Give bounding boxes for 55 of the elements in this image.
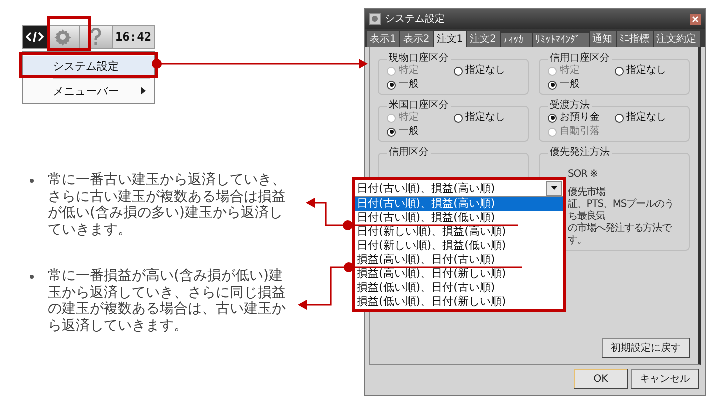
group-title: 信用口座区分 (549, 53, 611, 64)
radio-option[interactable]: 指定なし (454, 65, 520, 77)
radio-circle[interactable] (387, 80, 396, 90)
code-icon (26, 31, 44, 43)
settings-button[interactable] (47, 26, 80, 48)
tab[interactable]: ﾘﾐｯﾄﾏｲﾝﾀﾞｰ (532, 33, 588, 47)
clock-time: 16:42 (113, 26, 154, 48)
tab[interactable]: 通知 (590, 31, 616, 47)
radio-option[interactable]: 一般 (387, 126, 454, 138)
dropdown-option[interactable]: 日付(古い順)、損益(高い順) (355, 197, 563, 211)
dialog-button[interactable]: キャンセル (631, 369, 699, 389)
group-title: 現物口座区分 (388, 53, 450, 64)
radio-circle[interactable] (614, 66, 624, 76)
radio-option[interactable]: 指定なし (454, 112, 520, 124)
bullet-icon (30, 179, 34, 183)
group-title: 受渡方法 (549, 100, 591, 112)
tab[interactable]: ﾃｨｯｶｰ (500, 33, 532, 47)
reset-button[interactable]: 初期設定に戻す (602, 338, 690, 358)
menu-item[interactable]: メニューバー (23, 81, 154, 101)
menu-item[interactable]: システム設定 (23, 56, 154, 76)
radio-option[interactable]: お預り金 (548, 112, 614, 124)
radio-option[interactable]: 指定なし (614, 65, 681, 77)
radio-circle[interactable] (548, 80, 557, 90)
radio-circle[interactable] (614, 114, 624, 122)
tab[interactable]: 注文2 (467, 31, 500, 47)
caret-icon (550, 186, 558, 190)
description-text: 証、PTS、MSプールのうち最良気 (568, 199, 675, 222)
help-icon (90, 28, 102, 46)
bullet-icon (30, 275, 34, 279)
tab[interactable]: ﾐﾆ指標 (616, 31, 652, 47)
close-icon[interactable] (690, 14, 701, 24)
tab[interactable]: 注文1 (434, 31, 466, 47)
note-text: 常に一番損益が高い(含み損が低い)建玉から返済していき、さらに同じ損益の建玉が複数ある場合は、古い建玉から返済していきます。 (48, 268, 287, 334)
radio-circle[interactable] (548, 114, 557, 122)
description-text: SOR ※ (568, 169, 599, 181)
description-text: 優先市場 (568, 187, 607, 198)
group-title: 米国口座区分 (388, 100, 450, 112)
dialog-button[interactable]: OK (574, 369, 628, 389)
code-button[interactable] (23, 26, 47, 48)
description-text: の市場へ発注する方法です。 (568, 223, 673, 247)
tab[interactable]: 注文約定 (654, 31, 700, 47)
radio-circle[interactable] (454, 114, 462, 122)
group-title: 信用区分 (388, 147, 430, 159)
submenu-arrow-icon (141, 87, 146, 95)
help-button[interactable] (80, 26, 113, 48)
radio-option[interactable]: 指定なし (614, 112, 681, 124)
radio-circle[interactable] (454, 66, 462, 76)
radio-circle[interactable] (387, 128, 396, 136)
radio-option[interactable]: 一般 (387, 79, 454, 91)
radio-option[interactable]: 一般 (548, 79, 614, 91)
group-title: 優先発注方法 (549, 147, 611, 159)
dialog-title: システム設定 (385, 12, 446, 26)
tab[interactable]: 表示1 (367, 31, 400, 47)
tab[interactable]: 表示2 (400, 31, 433, 47)
note-text: 常に一番古い建玉から返済していき、さらに古い建玉が複数ある場合は損益が低い(含み損の多い)建玉から返済していきます。 (48, 172, 287, 238)
